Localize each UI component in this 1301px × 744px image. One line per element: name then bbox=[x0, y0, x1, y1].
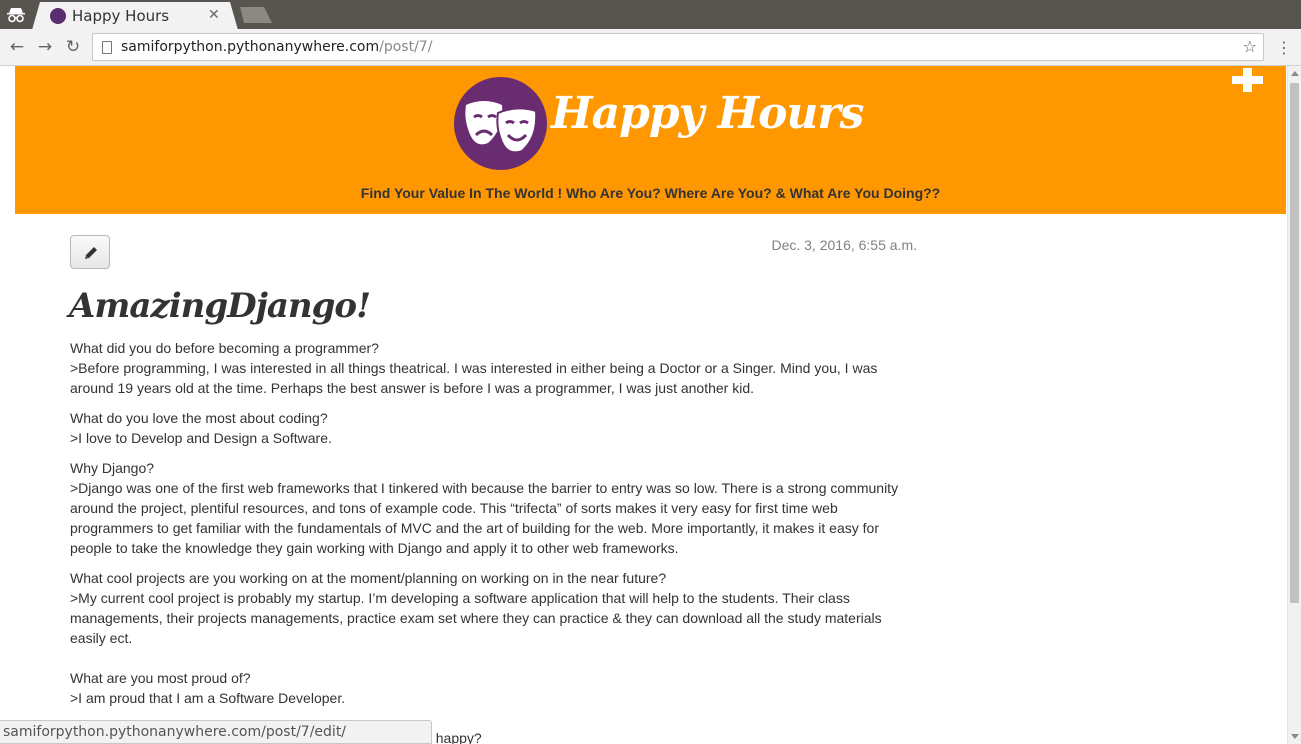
scrollbar-thumb[interactable] bbox=[1290, 83, 1299, 603]
close-tab-icon[interactable]: ✕ bbox=[208, 7, 220, 23]
link-status-bubble: samiforpython.pythonanywhere.com/post/7/… bbox=[0, 720, 432, 744]
url-host: samiforpython.pythonanywhere.com bbox=[121, 39, 380, 55]
post-line: What cool projects are you working on at… bbox=[70, 570, 667, 586]
post-line: What are you most proud of? bbox=[70, 670, 251, 686]
site-header: Happy Hours Find Your Value In The World… bbox=[15, 66, 1286, 214]
post-line: >I love to Develop and Design a Software… bbox=[70, 430, 332, 446]
site-title[interactable]: Happy Hours bbox=[551, 88, 864, 139]
post-line: >Django was one of the first web framewo… bbox=[70, 480, 899, 496]
post-line: What do you love the most about coding? bbox=[70, 410, 328, 426]
incognito-icon bbox=[6, 6, 26, 24]
page-viewport: Happy Hours Find Your Value In The World… bbox=[0, 66, 1301, 744]
browser-menu-icon[interactable]: ⋮ bbox=[1276, 38, 1292, 58]
pencil-icon bbox=[85, 247, 97, 259]
back-icon[interactable]: ← bbox=[7, 37, 27, 57]
post-paragraph: What are you most proud of? >I am proud … bbox=[70, 668, 910, 708]
address-url[interactable]: samiforpython.pythonanywhere.com/post/7/ bbox=[121, 39, 432, 55]
reload-icon[interactable]: ↻ bbox=[63, 37, 83, 57]
site-favicon-icon bbox=[50, 8, 66, 24]
post-paragraph: What cool projects are you working on at… bbox=[70, 568, 910, 648]
post-line: managements, their projects managements,… bbox=[70, 610, 882, 626]
theater-masks-icon[interactable] bbox=[454, 77, 547, 170]
page-info-icon[interactable] bbox=[102, 41, 112, 54]
post-line: >My current cool project is probably my … bbox=[70, 590, 850, 606]
url-path: /post/7/ bbox=[379, 39, 433, 55]
post-paragraph: What did you do before becoming a progra… bbox=[70, 338, 910, 398]
bookmark-star-icon[interactable]: ☆ bbox=[1243, 37, 1257, 56]
tab-strip: Happy Hours ✕ bbox=[0, 0, 1301, 30]
scroll-up-arrow-icon[interactable] bbox=[1291, 71, 1299, 76]
post-line: Why Django? bbox=[70, 460, 155, 476]
tab-title: Happy Hours bbox=[72, 7, 170, 25]
post-body: What did you do before becoming a progra… bbox=[70, 338, 910, 744]
post-line: programmers to get familiar with the fun… bbox=[70, 520, 879, 536]
address-bar[interactable]: samiforpython.pythonanywhere.com/post/7/… bbox=[92, 33, 1264, 61]
post-line: around 19 years old at the time. Perhaps… bbox=[70, 380, 755, 396]
post-line: people to take the knowledge they gain w… bbox=[70, 540, 679, 556]
vertical-scrollbar[interactable] bbox=[1287, 66, 1301, 744]
post-paragraph: What do you love the most about coding? … bbox=[70, 408, 910, 448]
tab-happy-hours[interactable]: Happy Hours ✕ bbox=[32, 2, 238, 30]
post-line: easily ect. bbox=[70, 630, 133, 646]
forward-icon[interactable]: → bbox=[35, 37, 55, 57]
post-line: around the project, plentiful resources,… bbox=[70, 500, 838, 516]
post-line: >Before programming, I was interested in… bbox=[70, 360, 878, 376]
browser-toolbar: ← → ↻ samiforpython.pythonanywhere.com/p… bbox=[0, 29, 1301, 66]
edit-post-button[interactable] bbox=[70, 235, 110, 269]
post-line: What did you do before becoming a progra… bbox=[70, 340, 379, 356]
post-line: >I am proud that I am a Software Develop… bbox=[70, 690, 346, 706]
site-tagline: Find Your Value In The World ! Who Are Y… bbox=[360, 185, 941, 201]
new-tab-button[interactable] bbox=[240, 7, 272, 23]
post-date: Dec. 3, 2016, 6:55 a.m. bbox=[771, 237, 917, 253]
scroll-down-arrow-icon[interactable] bbox=[1291, 734, 1299, 739]
post-title: AmazingDjango! bbox=[69, 286, 371, 326]
post-paragraph: Why Django? >Django was one of the first… bbox=[70, 458, 910, 558]
plus-icon[interactable] bbox=[1230, 68, 1264, 92]
status-url: samiforpython.pythonanywhere.com/post/7/… bbox=[3, 724, 347, 740]
